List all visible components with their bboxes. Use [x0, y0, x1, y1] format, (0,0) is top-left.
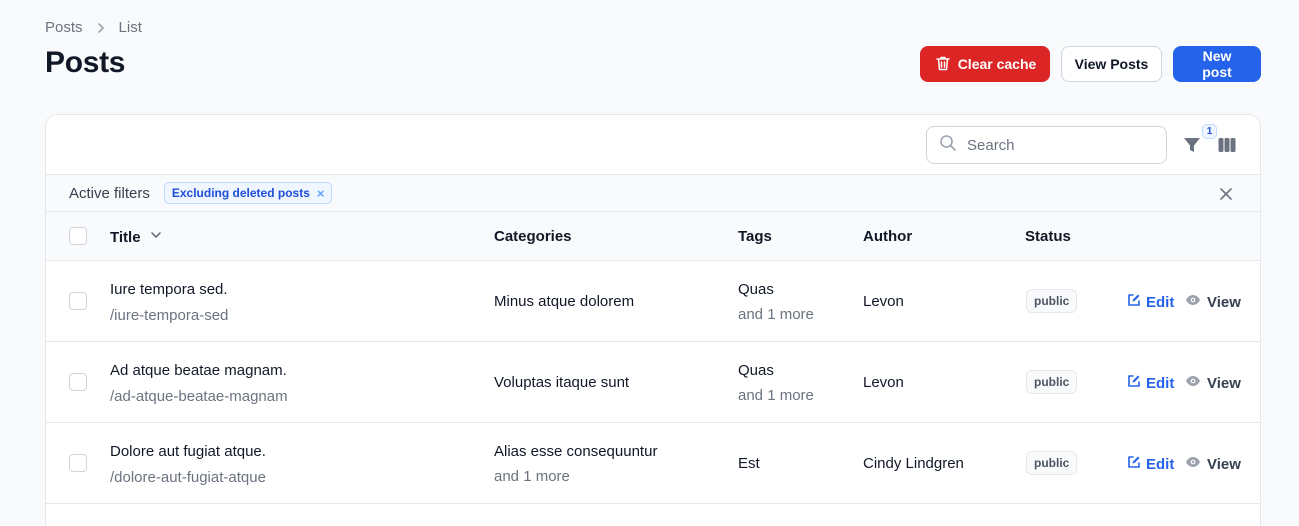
post-tag-more: and 1 more — [738, 306, 814, 323]
status-badge: public — [1026, 289, 1078, 313]
close-icon[interactable]: × — [317, 187, 325, 200]
breadcrumb: Posts List — [45, 19, 142, 36]
select-all-checkbox[interactable] — [69, 227, 87, 245]
eye-icon — [1185, 374, 1201, 392]
edit-icon — [1127, 293, 1141, 311]
post-title[interactable]: Ad atque beatae magnam. — [110, 362, 287, 379]
edit-button[interactable]: Edit — [1127, 455, 1174, 473]
edit-icon — [1127, 455, 1141, 473]
search-input[interactable] — [967, 136, 1147, 154]
search-icon — [939, 134, 957, 157]
post-category: Minus atque dolorem — [494, 293, 635, 310]
eye-icon — [1185, 455, 1201, 473]
active-filters-bar: Active filters Excluding deleted posts × — [46, 175, 1260, 212]
row-checkbox[interactable] — [69, 373, 87, 391]
post-author: Cindy Lindgren — [863, 455, 964, 472]
column-header-tags: Tags — [738, 228, 772, 245]
filter-chip-label: Excluding deleted posts — [171, 186, 310, 200]
view-posts-button[interactable]: View Posts — [1061, 46, 1162, 82]
edit-label: Edit — [1146, 455, 1175, 473]
page-title: Posts — [45, 46, 126, 79]
edit-button[interactable]: Edit — [1127, 374, 1174, 392]
clear-cache-label: Clear cache — [957, 56, 1037, 72]
trash-icon — [934, 54, 952, 75]
close-icon[interactable] — [1219, 187, 1233, 201]
post-slug: /dolore-aut-fugiat-atque — [110, 469, 266, 486]
view-label: View — [1207, 455, 1241, 473]
post-category: Voluptas itaque sunt — [494, 374, 630, 391]
chevron-right-icon — [93, 20, 109, 36]
post-tag-more: and 1 more — [738, 387, 814, 404]
view-label: View — [1207, 374, 1241, 392]
filter-icon[interactable] — [1182, 135, 1202, 155]
search-box — [926, 126, 1167, 164]
status-badge: public — [1026, 451, 1078, 475]
header-actions: Clear cache View Posts New post — [920, 46, 1261, 82]
post-slug: /ad-atque-beatae-magnam — [110, 388, 288, 405]
eye-icon — [1185, 293, 1201, 311]
active-filters-label: Active filters — [69, 184, 150, 202]
posts-table-card: 1 Active filters Excluding deleted posts… — [45, 114, 1261, 526]
post-author: Levon — [863, 293, 904, 310]
filter-count-badge: 1 — [1202, 124, 1217, 139]
post-title[interactable]: Dolore aut fugiat atque. — [110, 443, 266, 460]
view-label: View — [1207, 293, 1241, 311]
post-title[interactable]: Iure tempora sed. — [110, 281, 228, 298]
column-title-label: Title — [110, 228, 141, 246]
row-checkbox[interactable] — [69, 454, 87, 472]
post-category: Alias esse consequuntur — [494, 443, 658, 460]
edit-icon — [1127, 374, 1141, 392]
clear-cache-button[interactable]: Clear cache — [920, 46, 1050, 82]
post-author: Levon — [863, 374, 904, 391]
post-slug: /iure-tempora-sed — [110, 307, 229, 324]
view-button[interactable]: View — [1185, 293, 1241, 311]
new-post-button[interactable]: New post — [1173, 46, 1261, 82]
breadcrumb-item-list[interactable]: List — [119, 19, 142, 36]
status-badge: public — [1026, 370, 1078, 394]
post-tag: Quas — [738, 362, 774, 379]
table-header: Title Categories Tags Author Status — [46, 212, 1260, 261]
edit-button[interactable]: Edit — [1127, 293, 1174, 311]
table-row: Ad atque beatae magnam. /ad-atque-beatae… — [46, 342, 1260, 423]
post-category-more: and 1 more — [494, 468, 570, 485]
post-tag: Quas — [738, 281, 774, 298]
column-header-status: Status — [1025, 228, 1071, 245]
filter-chip: Excluding deleted posts × — [163, 182, 333, 204]
chevron-down-icon — [149, 228, 163, 246]
row-checkbox[interactable] — [69, 292, 87, 310]
breadcrumb-item-posts[interactable]: Posts — [45, 19, 83, 36]
table-row: Iure tempora sed. /iure-tempora-sed Minu… — [46, 261, 1260, 342]
view-button[interactable]: View — [1185, 455, 1241, 473]
column-header-author: Author — [863, 228, 913, 245]
column-header-title[interactable]: Title — [110, 228, 163, 246]
columns-icon[interactable] — [1217, 135, 1237, 155]
post-tag: Est — [738, 455, 760, 472]
view-button[interactable]: View — [1185, 374, 1241, 392]
table-toolbar: 1 — [46, 115, 1260, 175]
table-row: Dolore aut fugiat atque. /dolore-aut-fug… — [46, 423, 1260, 504]
edit-label: Edit — [1146, 293, 1175, 311]
edit-label: Edit — [1146, 374, 1175, 392]
column-header-categories: Categories — [494, 228, 572, 245]
